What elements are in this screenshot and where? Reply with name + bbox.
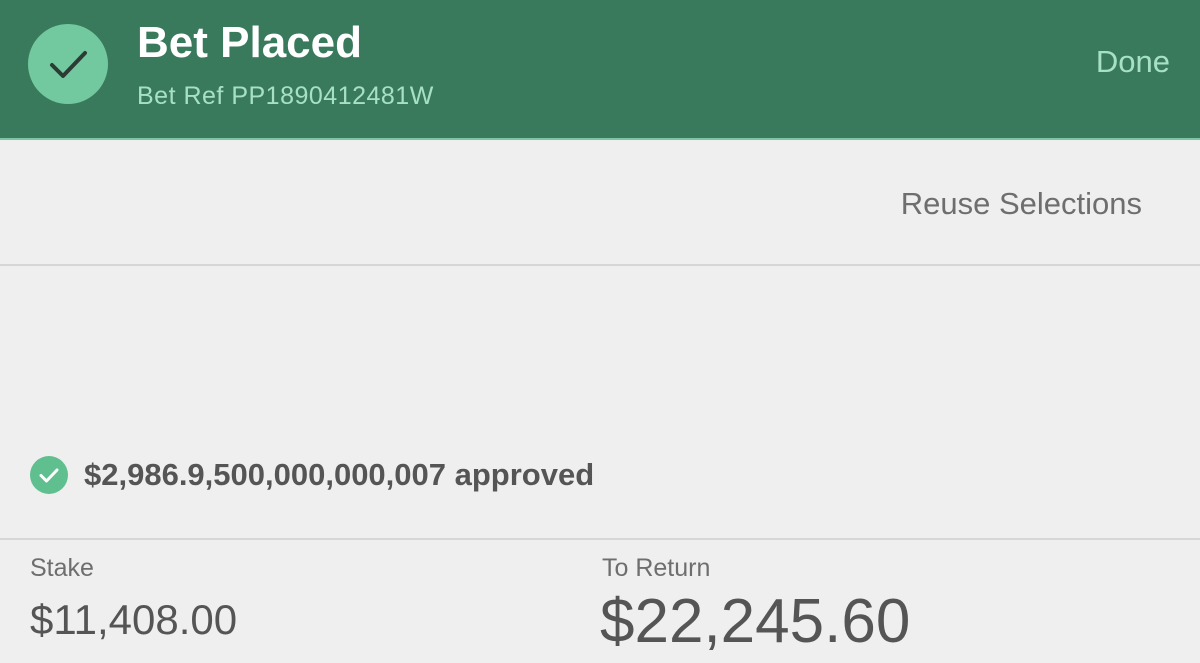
bet-placed-header: Bet Placed Bet Ref PP1890412481W Done xyxy=(0,0,1200,140)
done-button[interactable]: Done xyxy=(1096,44,1170,80)
reuse-selections-row: Reuse Selections xyxy=(0,140,1200,266)
summary-divider xyxy=(0,538,1200,540)
check-circle-icon xyxy=(28,24,108,104)
stake-label: Stake xyxy=(30,554,94,582)
bet-reference: Bet Ref PP1890412481W xyxy=(137,82,434,110)
approval-status: $2,986.9,500,000,000,007 approved xyxy=(30,455,594,495)
to-return-value: $22,245.60 xyxy=(600,587,911,656)
stake-value: $11,408.00 xyxy=(30,596,238,643)
reuse-selections-button[interactable]: Reuse Selections xyxy=(901,186,1142,222)
bet-confirmation-screen: Bet Placed Bet Ref PP1890412481W Done Re… xyxy=(0,0,1200,663)
approval-text: $2,986.9,500,000,000,007 approved xyxy=(84,457,595,492)
approved-check-icon xyxy=(30,456,68,494)
page-title: Bet Placed xyxy=(137,18,362,67)
to-return-label: To Return xyxy=(602,554,711,582)
